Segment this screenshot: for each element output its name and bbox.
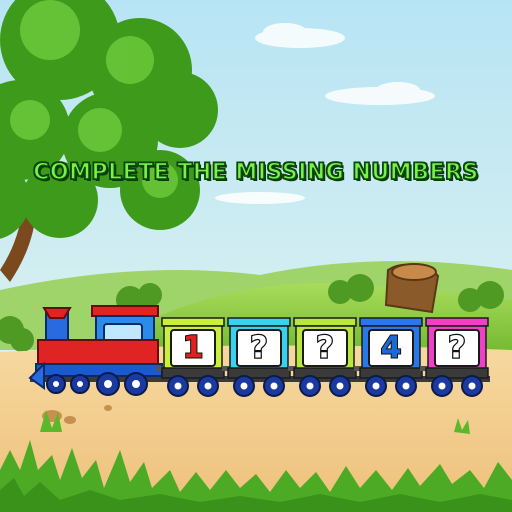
question-mark-icon: ? [316, 331, 333, 366]
number-card: 1 [170, 329, 216, 367]
missing-number-slot[interactable]: ? [236, 329, 282, 367]
game-scene: 1?? 4? COMPLETE THE MISSING NUMBERS [0, 0, 512, 512]
game-title: COMPLETE THE MISSING NUMBERS [32, 159, 479, 186]
missing-number-slot[interactable]: ? [302, 329, 348, 367]
number-label: 4 [381, 331, 402, 366]
question-mark-icon: ? [448, 331, 465, 366]
number-card: 4 [368, 329, 414, 367]
background: 1?? 4? [0, 0, 512, 512]
tree-stump-icon [384, 263, 440, 314]
missing-number-slot[interactable]: ? [434, 329, 480, 367]
number-label: 1 [183, 331, 204, 366]
question-mark-icon: ? [250, 331, 267, 366]
